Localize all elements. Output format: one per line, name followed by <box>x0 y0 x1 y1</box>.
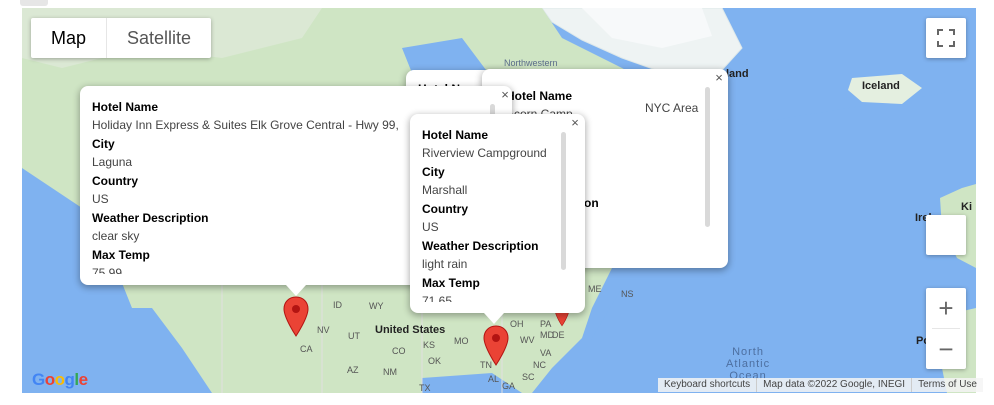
label-state: OH <box>510 319 524 329</box>
label-state: VA <box>540 348 552 358</box>
weather-value: light rain <box>422 257 468 271</box>
scrollbar[interactable] <box>561 132 566 270</box>
label-state: WY <box>369 301 384 311</box>
label-state: MO <box>454 336 469 346</box>
close-icon[interactable]: × <box>568 116 582 130</box>
close-icon[interactable]: × <box>712 71 726 85</box>
label-ki: Ki <box>961 201 972 213</box>
map-marker-laguna[interactable] <box>283 296 309 338</box>
scrollbar[interactable] <box>705 87 710 227</box>
label-state: ID <box>333 300 342 310</box>
label-north-atlantic: North Atlantic Ocean <box>726 346 771 382</box>
hotel-name-value: Riverview Campground <box>422 146 547 160</box>
label-state: PA <box>540 319 552 329</box>
max-temp-label: Max Temp <box>422 276 480 290</box>
google-logo[interactable]: Google <box>32 370 88 390</box>
label-state: NC <box>533 360 546 370</box>
country-label: Country <box>422 202 468 216</box>
street-view-pegman-button[interactable] <box>926 215 966 255</box>
attribution-bar: Keyboard shortcuts Map data ©2022 Google… <box>658 378 983 392</box>
label-state: NM <box>383 367 397 377</box>
info-window-tail <box>286 285 306 296</box>
map-marker-marshall[interactable] <box>483 325 509 367</box>
label-state: SC <box>522 372 535 382</box>
country-value: US <box>422 220 439 234</box>
label-state: GA <box>502 381 516 391</box>
terms-link[interactable]: Terms of Use <box>912 378 983 392</box>
label-state: KS <box>423 340 436 350</box>
label-state: UT <box>348 331 360 341</box>
label-state: OK <box>428 356 442 366</box>
info-window-tail <box>484 313 504 324</box>
fullscreen-icon <box>937 29 955 47</box>
zoom-in-button[interactable]: + <box>926 288 966 328</box>
zoom-out-button[interactable]: − <box>926 329 966 369</box>
label-state: CO <box>392 346 406 356</box>
city-label: City <box>422 165 445 179</box>
label-greenland: land <box>726 68 749 80</box>
fullscreen-button[interactable] <box>926 18 966 58</box>
hotel-name-label: Hotel Name <box>422 128 489 142</box>
close-icon[interactable]: × <box>498 88 512 102</box>
city-value: Marshall <box>422 183 468 197</box>
max-temp-value: 71.65 <box>422 294 453 302</box>
label-united-states: United States <box>375 324 446 336</box>
map-type-satellite-button[interactable]: Satellite <box>107 18 211 58</box>
label-state: CA <box>300 344 313 354</box>
weather-label: Weather Description <box>422 239 539 253</box>
label-northwestern: Northwestern <box>504 58 558 68</box>
map-type-map-button[interactable]: Map <box>31 18 106 58</box>
map-data-text: Map data ©2022 Google, INEGI <box>757 378 913 392</box>
label-state: ME <box>588 284 602 294</box>
top-strip <box>0 0 994 8</box>
keyboard-shortcuts-link[interactable]: Keyboard shortcuts <box>658 378 758 392</box>
map-type-control: Map Satellite <box>31 18 212 58</box>
label-state: TX <box>419 383 431 393</box>
tab-stub <box>20 0 48 6</box>
label-state: NV <box>317 325 330 335</box>
label-nyc: NYC Area <box>645 101 699 115</box>
label-state: WV <box>520 335 535 345</box>
label-state: NS <box>621 289 634 299</box>
label-state: AL <box>488 374 500 384</box>
zoom-control: + − <box>926 288 966 369</box>
label-state: DE <box>552 330 565 340</box>
info-window-marshall: Hotel Name Riverview Campground City Mar… <box>410 114 585 313</box>
label-state: AZ <box>347 365 359 375</box>
label-iceland: Iceland <box>862 80 900 92</box>
